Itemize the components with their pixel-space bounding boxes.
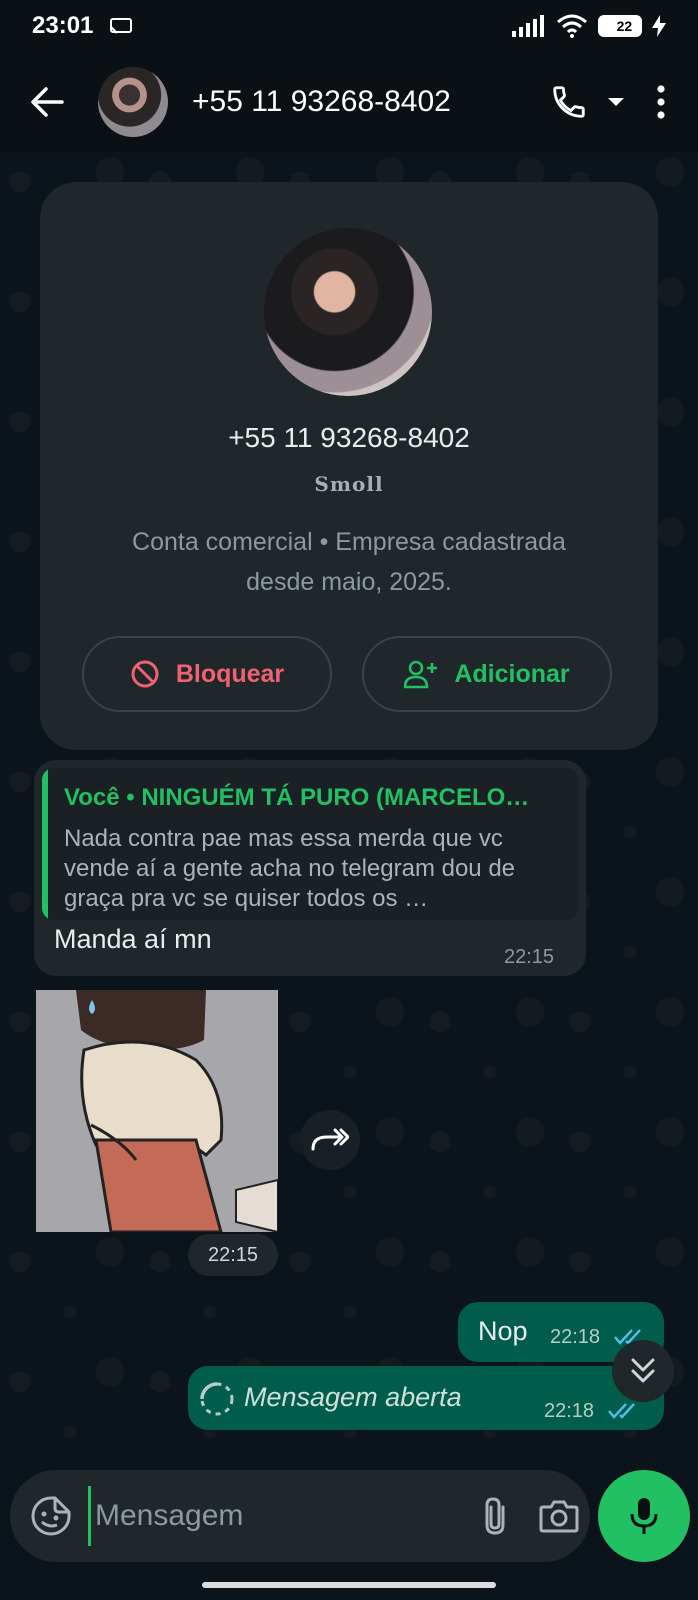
contact-info-card: +55 11 93268-8402 Smoll Conta comercial … <box>40 182 658 750</box>
screen-cast-icon <box>110 18 133 34</box>
quote-accent-bar <box>42 768 48 920</box>
caret-down-icon <box>608 98 624 106</box>
forward-icon <box>311 1128 349 1151</box>
message-text: Nop <box>478 1316 528 1346</box>
wifi-icon <box>557 14 587 38</box>
battery-icon: 22 <box>598 15 642 37</box>
incoming-message[interactable]: Você • NINGUÉM TÁ PURO (MARCELO… Nada co… <box>34 760 586 976</box>
battery-percent: 22 <box>616 18 633 34</box>
sticker-image <box>36 990 278 1232</box>
phone-icon <box>553 86 585 118</box>
message-time: 22:18 <box>550 1326 601 1348</box>
header-actions <box>550 77 676 127</box>
chat-header: +55 11 93268-8402 <box>0 52 698 152</box>
more-vertical-icon <box>657 85 665 119</box>
voice-message-button[interactable] <box>598 1470 690 1562</box>
block-icon <box>131 660 159 688</box>
double-chevron-down-icon <box>631 1358 655 1383</box>
block-button[interactable]: Bloquear <box>82 636 332 712</box>
status-icons: 22 <box>512 14 666 38</box>
sticker-button[interactable] <box>30 1491 72 1541</box>
back-button[interactable] <box>22 77 72 127</box>
signal-icon <box>512 15 544 37</box>
add-contact-button[interactable]: Adicionar <box>362 636 612 712</box>
message-time: 22:15 <box>504 946 555 968</box>
camera-button[interactable] <box>539 1491 579 1541</box>
status-time: 23:01 <box>32 12 94 39</box>
view-once-label: Mensagem aberta <box>244 1382 462 1412</box>
call-button[interactable] <box>550 77 628 127</box>
sticker-message[interactable] <box>36 990 278 1232</box>
quote-author: Você • NINGUÉM TÁ PURO (MARCELO… <box>64 784 530 811</box>
camera-icon <box>539 1500 579 1533</box>
microphone-icon <box>630 1498 658 1534</box>
contact-title[interactable]: +55 11 93268-8402 <box>192 85 451 119</box>
contact-profile-photo[interactable] <box>264 228 432 396</box>
status-bar: 23:01 22 <box>0 0 698 52</box>
contact-avatar[interactable] <box>98 67 168 137</box>
message-composer <box>10 1470 590 1562</box>
view-once-icon <box>200 1382 234 1416</box>
message-text: Manda aí mn <box>54 924 212 954</box>
quote-text: Nada contra pae mas essa merda que vc ve… <box>64 825 516 912</box>
home-indicator[interactable] <box>202 1582 496 1588</box>
scroll-to-bottom-button[interactable] <box>612 1340 674 1402</box>
contact-number: +55 11 93268-8402 <box>228 422 470 453</box>
more-options-button[interactable] <box>646 77 676 127</box>
message-time: 22:18 <box>544 1400 595 1422</box>
add-person-icon <box>404 660 438 689</box>
block-label: Bloquear <box>175 659 285 688</box>
sticker-smiley-icon <box>31 1496 71 1536</box>
paperclip-icon <box>485 1497 505 1535</box>
quoted-message[interactable]: Você • NINGUÉM TÁ PURO (MARCELO… Nada co… <box>42 768 578 920</box>
contact-name: Smoll <box>314 472 384 496</box>
view-once-message[interactable]: Mensagem aberta 22:18 <box>188 1366 664 1430</box>
attach-button[interactable] <box>481 1491 509 1541</box>
sticker-time: 22:15 <box>188 1234 278 1276</box>
arrow-left-icon <box>31 87 64 117</box>
add-label: Adicionar <box>454 659 570 688</box>
business-info: Conta comercial • Empresa cadastrada des… <box>132 528 566 596</box>
forward-button[interactable] <box>300 1110 360 1170</box>
message-input[interactable] <box>88 1486 481 1546</box>
read-ticks-icon <box>608 1403 635 1419</box>
chat-area[interactable]: +55 11 93268-8402 Smoll Conta comercial … <box>0 152 698 1462</box>
charging-icon <box>652 15 666 37</box>
